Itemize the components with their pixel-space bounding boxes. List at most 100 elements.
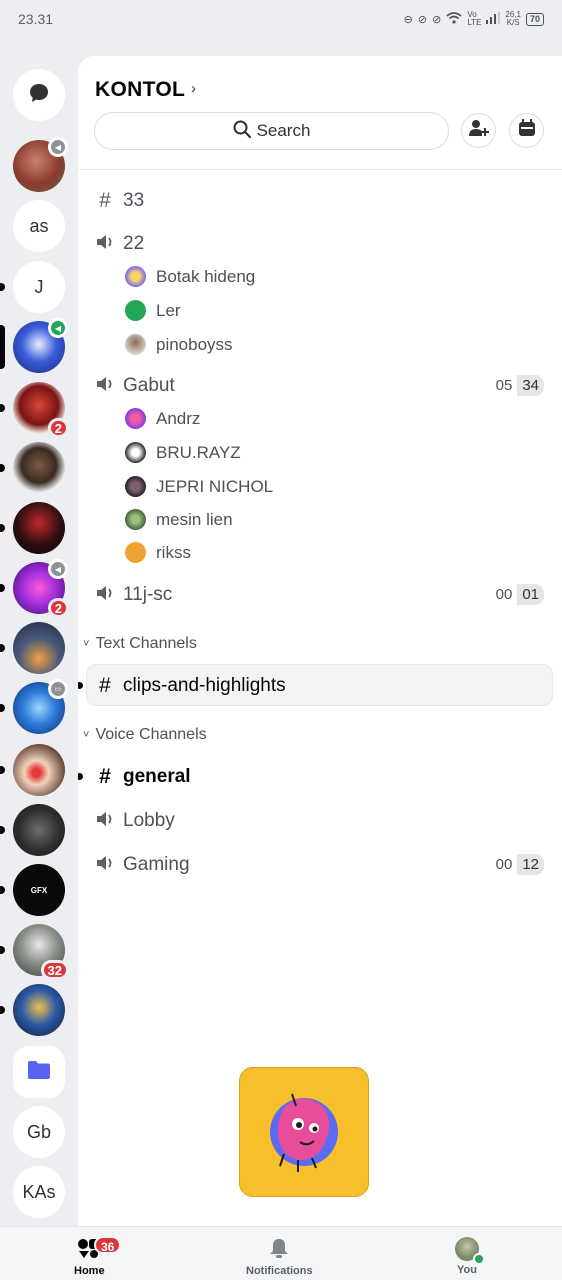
calendar-icon bbox=[518, 119, 536, 142]
server-icon-active[interactable]: ◀ bbox=[13, 318, 68, 373]
battery-icon: 70 bbox=[525, 12, 544, 26]
unread-indicator bbox=[0, 946, 5, 954]
voice-member[interactable]: Ler bbox=[125, 300, 181, 321]
channel-voice[interactable]: Gaming bbox=[95, 853, 190, 877]
dnd-icon: ⊘ bbox=[432, 13, 442, 26]
server-icon[interactable]: 32 bbox=[13, 924, 69, 980]
server-title[interactable]: KONTOL bbox=[95, 78, 185, 102]
unread-indicator bbox=[78, 682, 83, 689]
activity-promo[interactable] bbox=[239, 1067, 369, 1197]
voice-member[interactable]: JEPRI NICHOL bbox=[125, 476, 273, 497]
speaker-icon bbox=[95, 232, 115, 256]
category-text-channels[interactable]: ˅ Text Channels bbox=[83, 635, 197, 653]
lte-icon: Vo LTE bbox=[467, 10, 482, 27]
alarm-icon: ⊖ bbox=[403, 13, 413, 26]
server-icon[interactable] bbox=[13, 984, 65, 1036]
chevron-down-icon: ˅ bbox=[83, 729, 90, 741]
unread-indicator bbox=[0, 826, 5, 834]
stream-indicator: ▭ bbox=[48, 679, 68, 699]
server-kas[interactable]: KAs bbox=[13, 1166, 65, 1218]
user-limit-badge: 00 01 bbox=[490, 584, 544, 605]
channel-text-general[interactable]: # general bbox=[95, 765, 190, 789]
avatar bbox=[125, 542, 146, 563]
nav-notifications[interactable]: Notifications bbox=[246, 1237, 313, 1277]
server-icon[interactable] bbox=[13, 502, 65, 554]
unread-indicator bbox=[0, 644, 5, 652]
hashtag-icon: # bbox=[99, 189, 111, 212]
channel-text[interactable]: # 33 bbox=[95, 189, 144, 213]
avatar bbox=[125, 408, 146, 429]
status-time: 23.31 bbox=[18, 11, 54, 27]
voice-member[interactable]: BRU.RAYZ bbox=[125, 442, 241, 463]
search-button[interactable]: Search bbox=[94, 112, 449, 150]
server-icon[interactable] bbox=[13, 744, 65, 796]
voice-member[interactable]: rikss bbox=[125, 542, 191, 563]
nav-home[interactable]: 36 Home bbox=[74, 1236, 122, 1277]
signal-icon bbox=[486, 11, 501, 27]
channel-voice[interactable]: Lobby bbox=[95, 809, 175, 833]
channel-voice[interactable]: 22 bbox=[95, 232, 144, 256]
server-icon[interactable] bbox=[13, 804, 65, 856]
mention-badge: 32 bbox=[40, 960, 69, 980]
voice-indicator: ◀ bbox=[48, 318, 68, 338]
avatar bbox=[125, 300, 146, 321]
gfx-logo: GFX bbox=[30, 885, 48, 895]
folder-icon bbox=[27, 1060, 51, 1085]
chevron-right-icon[interactable]: › bbox=[191, 80, 196, 97]
server-icon[interactable]: GFX bbox=[13, 864, 65, 916]
channel-voice[interactable]: 11j-sc bbox=[95, 583, 172, 607]
channel-text-clips[interactable]: # clips-and-highlights bbox=[95, 674, 286, 698]
server-folder[interactable] bbox=[13, 1046, 65, 1098]
status-icons: ⊖ ⊘ ⊘ Vo LTE 26,1 K/S 70 bbox=[404, 11, 544, 27]
unread-indicator bbox=[0, 584, 5, 592]
voice-member[interactable]: Botak hideng bbox=[125, 266, 255, 287]
avatar bbox=[125, 509, 146, 530]
voice-member[interactable]: pinoboyss bbox=[125, 334, 233, 355]
server-j[interactable]: J bbox=[13, 261, 65, 313]
unread-indicator bbox=[78, 773, 83, 780]
unread-indicator bbox=[0, 886, 5, 894]
speaker-icon bbox=[95, 583, 115, 607]
server-gb[interactable]: Gb bbox=[13, 1106, 65, 1158]
home-badge: 36 bbox=[94, 1236, 122, 1254]
status-bar: 23.31 ⊖ ⊘ ⊘ Vo LTE 26,1 K/S 70 bbox=[0, 0, 562, 40]
server-icon[interactable]: 2 bbox=[13, 382, 69, 438]
voice-member[interactable]: mesin lien bbox=[125, 509, 233, 530]
add-user-icon bbox=[468, 119, 489, 142]
server-as[interactable]: as bbox=[13, 200, 65, 252]
mention-badge: 2 bbox=[47, 598, 69, 618]
avatar bbox=[125, 334, 146, 355]
avatar bbox=[455, 1237, 485, 1265]
direct-messages-button[interactable] bbox=[13, 69, 65, 121]
server-icon[interactable] bbox=[13, 442, 65, 494]
channel-voice[interactable]: Gabut bbox=[95, 374, 175, 398]
speaker-icon: ◀ bbox=[54, 564, 62, 574]
unread-indicator bbox=[0, 1006, 5, 1014]
speaker-icon: ◀ bbox=[54, 142, 62, 152]
online-status-icon bbox=[473, 1253, 485, 1265]
search-icon bbox=[233, 120, 251, 143]
avatar bbox=[125, 442, 146, 463]
server-icon[interactable]: ▭ bbox=[13, 679, 68, 734]
voice-indicator: ◀ bbox=[48, 559, 68, 579]
character-illustration bbox=[270, 1093, 338, 1172]
server-icon[interactable]: ◀ bbox=[13, 137, 68, 192]
avatar bbox=[125, 476, 146, 497]
server-icon[interactable] bbox=[13, 622, 65, 674]
bell-icon bbox=[268, 1237, 290, 1262]
chat-bubble-icon bbox=[27, 81, 51, 110]
unread-indicator bbox=[0, 524, 5, 532]
hashtag-icon: # bbox=[99, 674, 111, 697]
hashtag-icon: # bbox=[99, 765, 111, 788]
nav-you[interactable]: You bbox=[455, 1237, 485, 1276]
invite-members-button[interactable] bbox=[461, 113, 496, 148]
events-button[interactable] bbox=[509, 113, 544, 148]
bottom-navigation: 36 Home Notifications You bbox=[0, 1226, 562, 1280]
channel-panel: KONTOL › Search # 33 22 Botak hideng Ler bbox=[78, 56, 562, 1226]
user-limit-badge: 00 12 bbox=[490, 854, 544, 875]
mention-badge: 2 bbox=[47, 418, 69, 438]
chevron-down-icon: ˅ bbox=[83, 638, 90, 650]
voice-member[interactable]: Andrz bbox=[125, 408, 200, 429]
category-voice-channels[interactable]: ˅ Voice Channels bbox=[83, 726, 207, 744]
server-icon[interactable]: ◀ 2 bbox=[13, 559, 69, 618]
